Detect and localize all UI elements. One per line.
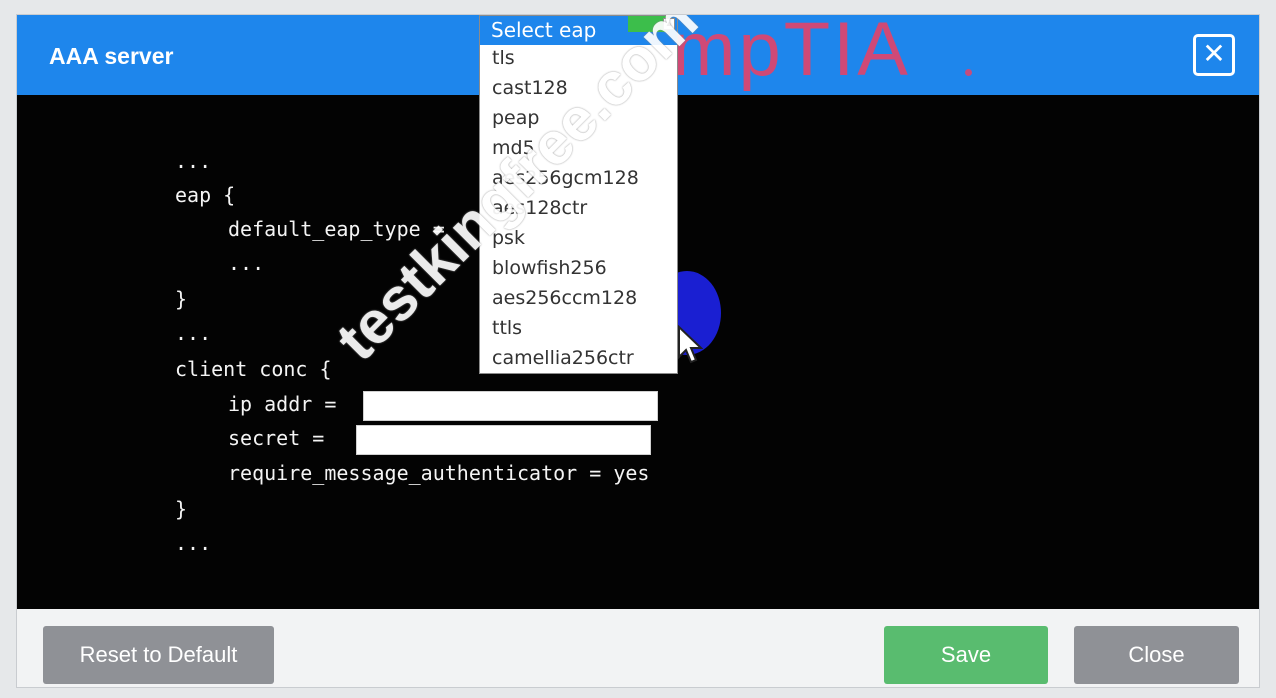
secret-field[interactable] [356, 425, 651, 455]
reset-to-default-button[interactable]: Reset to Default [43, 626, 274, 684]
eap-option[interactable]: blowfish256 [492, 257, 607, 279]
eap-option[interactable]: aes256ccm128 [492, 287, 637, 309]
code-line: ... [175, 149, 212, 173]
eap-dropdown-selected-label: Select eap [491, 18, 597, 42]
mouse-pointer-icon [678, 325, 703, 364]
code-line: ... [175, 531, 212, 555]
code-line: } [175, 287, 188, 311]
code-line: eap { [175, 183, 236, 207]
ip-addr-field[interactable] [363, 391, 658, 421]
code-line: ip addr = [228, 392, 337, 416]
code-line: ... [228, 251, 265, 275]
eap-option[interactable]: tls [492, 47, 515, 69]
close-icon[interactable]: ✕ [1193, 34, 1235, 76]
logo-dot [965, 69, 972, 76]
code-line: } [175, 497, 188, 521]
code-line: client conc { [175, 357, 332, 381]
eap-option[interactable]: camellia256ctr [492, 347, 634, 369]
aaa-server-dialog: AAA server ✕ CompTIA ... eap { default_e… [16, 14, 1260, 688]
dialog-footer: Reset to Default Save Close [17, 609, 1259, 687]
code-line: ... [175, 321, 212, 345]
code-line: require_message_authenticator = yes [228, 461, 650, 485]
close-button[interactable]: Close [1074, 626, 1239, 684]
save-button[interactable]: Save [884, 626, 1048, 684]
code-line: secret = [228, 426, 325, 450]
eap-option[interactable]: ttls [492, 317, 522, 339]
dialog-title: AAA server [49, 43, 174, 69]
